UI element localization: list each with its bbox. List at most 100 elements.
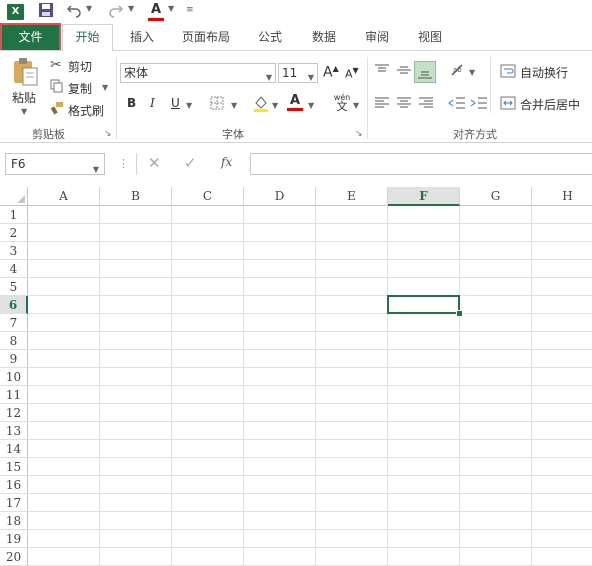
row-header-20[interactable]: 20 xyxy=(0,548,28,566)
increase-font-size-button[interactable]: A▲ xyxy=(323,64,339,81)
clipboard-group-label: 剪贴板 xyxy=(32,128,65,141)
align-left-icon[interactable] xyxy=(374,96,390,113)
underline-button[interactable]: U xyxy=(171,96,180,110)
fill-color-dropdown-icon[interactable]: ▼ xyxy=(272,101,278,110)
column-header-d[interactable]: D xyxy=(244,187,316,206)
decrease-indent-icon[interactable] xyxy=(448,96,466,113)
formula-bar-grip-icon[interactable]: ⋮ xyxy=(118,157,129,170)
orientation-icon[interactable]: ab xyxy=(450,63,466,82)
underline-dropdown-icon[interactable]: ▼ xyxy=(186,101,192,110)
row-header-19[interactable]: 19 xyxy=(0,530,28,548)
grid-column-line xyxy=(387,206,388,566)
font-color-icon[interactable]: A xyxy=(148,2,164,22)
enter-icon[interactable]: ✓ xyxy=(184,154,197,172)
row-header-2[interactable]: 2 xyxy=(0,224,28,242)
increase-indent-icon[interactable] xyxy=(470,96,488,113)
wrap-text-button[interactable]: 自动换行 xyxy=(500,63,590,81)
tab-review[interactable]: 审阅 xyxy=(359,24,395,50)
phonetic-dropdown-icon[interactable]: ▼ xyxy=(353,101,359,110)
clipboard-launcher-icon[interactable]: ↘ xyxy=(104,129,112,139)
tab-formulas[interactable]: 公式 xyxy=(252,24,288,50)
column-header-c[interactable]: C xyxy=(172,187,244,206)
redo-icon[interactable] xyxy=(108,2,124,24)
tab-insert[interactable]: 插入 xyxy=(124,24,160,50)
row-header-3[interactable]: 3 xyxy=(0,242,28,260)
row-header-7[interactable]: 7 xyxy=(0,314,28,332)
orientation-dropdown-icon[interactable]: ▼ xyxy=(469,68,475,77)
row-header-13[interactable]: 13 xyxy=(0,422,28,440)
grid-row-line xyxy=(28,421,592,422)
row-header-8[interactable]: 8 xyxy=(0,332,28,350)
row-header-15[interactable]: 15 xyxy=(0,458,28,476)
align-middle-icon[interactable] xyxy=(396,63,412,80)
font-size-box[interactable]: 11 ▼ xyxy=(278,63,318,83)
undo-icon[interactable] xyxy=(66,2,82,24)
undo-dropdown-icon[interactable]: ▼ xyxy=(86,4,92,13)
font-launcher-icon[interactable]: ↘ xyxy=(355,129,363,139)
name-box[interactable]: F6 ▼ xyxy=(5,153,105,175)
fill-color-icon[interactable] xyxy=(253,94,269,115)
row-header-17[interactable]: 17 xyxy=(0,494,28,512)
font-name-dropdown-icon[interactable]: ▼ xyxy=(266,69,272,87)
redo-dropdown-icon[interactable]: ▼ xyxy=(128,4,134,13)
format-painter-button[interactable]: 格式刷 xyxy=(50,101,120,119)
row-header-4[interactable]: 4 xyxy=(0,260,28,278)
select-all-corner[interactable] xyxy=(0,187,28,206)
column-header-a[interactable]: A xyxy=(28,187,100,206)
align-right-icon[interactable] xyxy=(418,96,434,113)
grid-row-line xyxy=(28,475,592,476)
font-size-dropdown-icon[interactable]: ▼ xyxy=(308,69,314,87)
grid-row-line xyxy=(28,367,592,368)
copy-button[interactable]: 复制 ▼ xyxy=(50,79,120,97)
row-header-6[interactable]: 6 xyxy=(0,296,28,314)
insert-function-icon[interactable]: fx xyxy=(221,155,232,169)
column-header-f[interactable]: F xyxy=(388,187,460,206)
scissors-icon: ✂ xyxy=(50,57,62,73)
decrease-font-size-button[interactable]: A▼ xyxy=(345,66,359,81)
row-header-14[interactable]: 14 xyxy=(0,440,28,458)
cut-button[interactable]: ✂ 剪切 xyxy=(50,57,120,75)
fill-handle[interactable] xyxy=(456,310,463,317)
italic-button[interactable]: I xyxy=(150,96,155,110)
column-header-b[interactable]: B xyxy=(100,187,172,206)
font-color-button[interactable]: A xyxy=(287,93,303,111)
borders-icon[interactable] xyxy=(210,96,224,113)
row-header-10[interactable]: 10 xyxy=(0,368,28,386)
tab-view[interactable]: 视图 xyxy=(412,24,448,50)
row-header-18[interactable]: 18 xyxy=(0,512,28,530)
save-icon[interactable] xyxy=(38,2,54,24)
font-name-box[interactable]: 宋体 ▼ xyxy=(120,63,276,83)
column-header-e[interactable]: E xyxy=(316,187,388,206)
tab-data[interactable]: 数据 xyxy=(306,24,342,50)
align-bottom-icon[interactable] xyxy=(414,61,436,83)
row-header-11[interactable]: 11 xyxy=(0,386,28,404)
customize-icon[interactable]: ≡ xyxy=(186,5,194,15)
copy-label: 复制 xyxy=(68,82,93,96)
phonetic-button[interactable]: wén 文 xyxy=(332,93,352,112)
paste-label[interactable]: 粘贴 xyxy=(12,89,36,106)
align-top-icon[interactable] xyxy=(374,63,390,80)
column-header-h[interactable]: H xyxy=(532,187,592,206)
row-header-12[interactable]: 12 xyxy=(0,404,28,422)
tab-home[interactable]: 开始 xyxy=(62,24,113,51)
tab-page-layout[interactable]: 页面布局 xyxy=(176,24,236,50)
row-header-1[interactable]: 1 xyxy=(0,206,28,224)
copy-dropdown-icon[interactable]: ▼ xyxy=(102,83,108,92)
bold-button[interactable]: B xyxy=(127,96,136,110)
merge-center-button[interactable]: 合并后居中 xyxy=(500,95,592,113)
font-color-dropdown-icon[interactable]: ▼ xyxy=(168,4,174,13)
font-color-dropdown-icon[interactable]: ▼ xyxy=(308,101,314,110)
active-cell[interactable] xyxy=(387,295,460,314)
cancel-icon[interactable]: ✕ xyxy=(148,154,161,172)
align-center-icon[interactable] xyxy=(396,96,412,113)
row-header-16[interactable]: 16 xyxy=(0,476,28,494)
name-box-dropdown-icon[interactable]: ▼ xyxy=(93,160,99,180)
row-header-5[interactable]: 5 xyxy=(0,278,28,296)
column-header-g[interactable]: G xyxy=(460,187,532,206)
borders-dropdown-icon[interactable]: ▼ xyxy=(231,101,237,110)
tab-file[interactable]: 文件 xyxy=(0,23,61,52)
row-header-9[interactable]: 9 xyxy=(0,350,28,368)
paste-dropdown-icon[interactable]: ▼ xyxy=(21,107,27,116)
worksheet-grid[interactable]: ABCDEFGH 1 2 3 4 5 6 7 8 9 10 11 12 13 14 15 16 17 18 19 20 xyxy=(0,187,592,566)
formula-input[interactable] xyxy=(250,153,592,175)
